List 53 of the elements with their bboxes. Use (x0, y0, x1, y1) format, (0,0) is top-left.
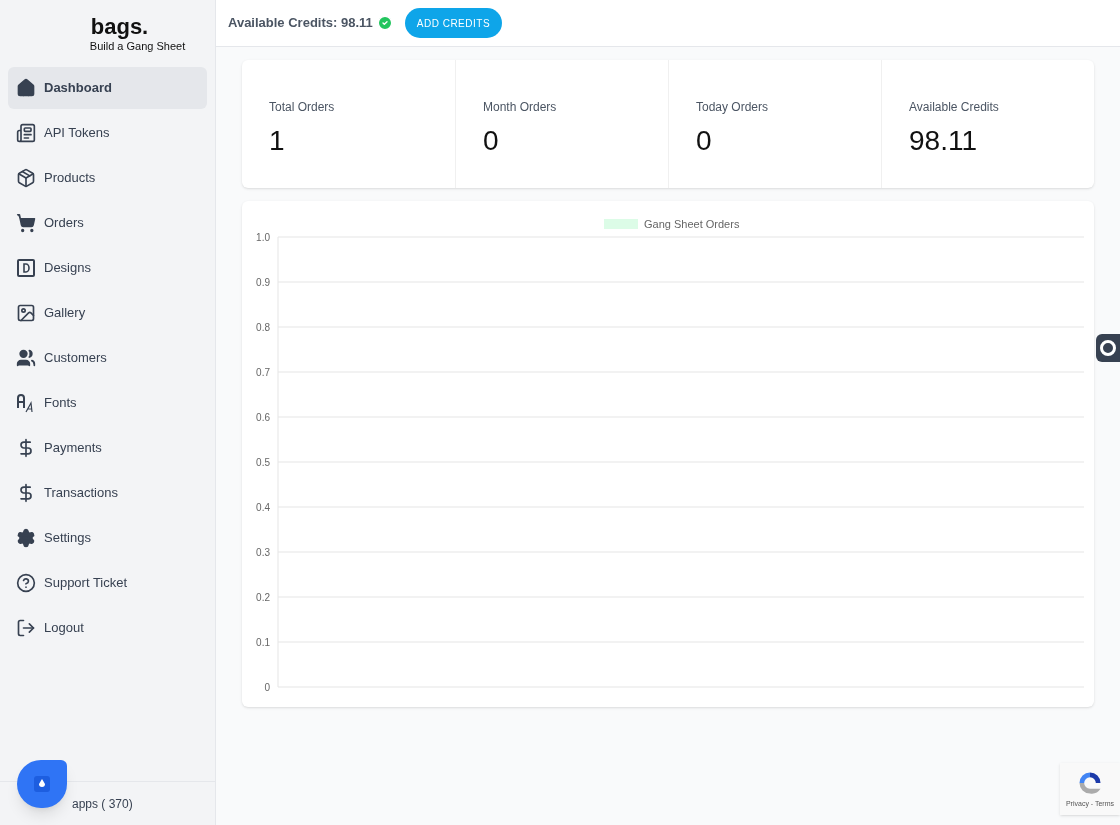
axis-tick-label: 0.1 (256, 637, 270, 648)
letter-square-icon (16, 257, 36, 278)
sidebar-item[interactable]: Transactions (8, 471, 207, 514)
axis-tick-label: 0.9 (256, 277, 270, 288)
cart-icon (16, 212, 36, 233)
sidebar-item[interactable]: Dashboard (8, 66, 207, 109)
sidebar-item[interactable]: Products (8, 156, 207, 199)
stat-label: Today Orders (696, 99, 770, 116)
axis-tick-label: 0 (264, 682, 270, 693)
font-icon (16, 392, 36, 413)
check-icon (376, 15, 393, 31)
axis-tick-label: 0.2 (256, 592, 270, 603)
axis-tick-label: 1.0 (256, 232, 270, 243)
newspaper-icon (16, 122, 36, 143)
sidebar-item[interactable]: Customers (8, 336, 207, 379)
chat-bubble-button[interactable] (17, 760, 67, 808)
chart-legend: Gang Sheet Orders (604, 218, 740, 230)
home-icon (16, 77, 36, 98)
sidebar-item[interactable]: Payments (8, 426, 207, 469)
side-tab-button[interactable] (1096, 334, 1120, 362)
drop-icon (34, 776, 50, 792)
axis-tick-label: 0.7 (256, 367, 270, 378)
sidebar-item[interactable]: Orders (8, 201, 207, 244)
sidebar-item[interactable]: Gallery (8, 291, 207, 334)
stat-value: 98.11 (909, 124, 978, 158)
axis-tick-label: 0.5 (256, 457, 270, 468)
question-icon (16, 572, 36, 593)
stat-value: 0 (483, 124, 500, 158)
users-icon (16, 347, 36, 368)
sidebar-item[interactable]: Logout (8, 606, 207, 649)
stat-label: Total Orders (269, 99, 336, 116)
box-icon (16, 167, 36, 188)
sidebar-item[interactable]: Settings (8, 516, 207, 559)
brand-tagline: Build a Gang Sheet (89, 39, 186, 54)
axis-tick-label: 0.8 (256, 322, 270, 333)
settings-icon (16, 527, 36, 548)
sidebar-item[interactable]: Support Ticket (8, 561, 207, 604)
sidebar-item[interactable]: Fonts (8, 381, 207, 424)
sidebar-item[interactable]: API Tokens (8, 111, 207, 154)
axis-tick-label: 0.3 (256, 547, 270, 558)
legend-label: Gang Sheet Orders (644, 218, 740, 230)
stat-value: 1 (269, 124, 286, 158)
logout-icon (16, 617, 36, 638)
stat-value: 0 (696, 124, 713, 158)
axis-tick-label: 0.6 (256, 412, 270, 423)
stat-label: Available Credits (909, 99, 1000, 116)
gallery-icon (16, 302, 36, 323)
credits-label: Available Credits: 98.11 (228, 14, 373, 33)
stat-label: Month Orders (483, 99, 558, 116)
apps-count: apps ( 370) (72, 795, 133, 813)
axis-tick-label: 0.4 (256, 502, 270, 513)
sidebar-item[interactable]: Designs (8, 246, 207, 289)
brand-logo: bags. (90, 16, 149, 38)
